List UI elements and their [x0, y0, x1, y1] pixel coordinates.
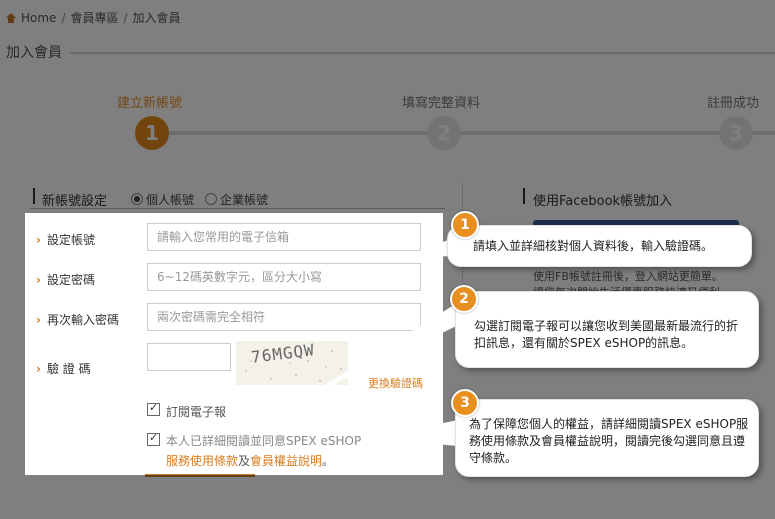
business-account-radio[interactable]: [205, 193, 217, 205]
step-2-indicator: 2: [427, 116, 461, 150]
account-field-label: › 設定帳號: [36, 231, 95, 248]
step-3-label: 註冊成功: [707, 96, 760, 111]
refresh-captcha-link[interactable]: 更換驗證碼: [368, 375, 423, 391]
facebook-note-line-1: 使用FB帳號註冊後，登入網站更簡單。: [533, 270, 723, 283]
breadcrumb-separator: /: [123, 10, 128, 25]
callout-3-text: 為了保障您個人的權益，請詳細閱讀SPEX eSHOP服務使用條款及會員權益說明，…: [469, 417, 749, 465]
section-marker: [523, 188, 525, 204]
step-2-label: 填寫完整資料: [402, 96, 481, 111]
callout-1-text: 請填入並詳細核對個人資料後，輸入驗證碼。: [473, 239, 714, 253]
password-label-text: 設定密碼: [46, 273, 95, 287]
chevron-right-icon: ›: [36, 362, 41, 376]
callout-2-text: 勾選訂閱電子報可以讓您收到美國最新最流行的折扣訊息，還有關於SPEX eSHOP…: [474, 319, 739, 350]
terms-and-text: 及: [238, 454, 251, 468]
agree-terms-checkbox[interactable]: [147, 431, 160, 446]
chevron-right-icon: ›: [36, 233, 41, 247]
step-3-indicator: 3: [719, 116, 753, 150]
account-label-text: 設定帳號: [46, 233, 95, 247]
password-field-label: › 設定密碼: [36, 271, 95, 288]
step-1-indicator: 1: [135, 116, 169, 150]
breadcrumb-separator: /: [61, 10, 66, 25]
step-1-label: 建立新帳號: [117, 96, 183, 111]
chevron-right-icon: ›: [36, 313, 41, 327]
breadcrumb-current: 加入會員: [132, 11, 181, 25]
section-marker: [33, 188, 35, 204]
terms-end-text: 。: [322, 454, 335, 468]
captcha-label-text: 驗 證 碼: [46, 362, 91, 376]
breadcrumb-members[interactable]: 會員專區: [70, 9, 118, 26]
email-account-input[interactable]: [147, 223, 421, 251]
member-rights-link[interactable]: 會員權益說明: [250, 454, 322, 468]
service-terms-link[interactable]: 服務使用條款: [166, 454, 238, 468]
subscribe-newsletter-checkbox[interactable]: [147, 401, 160, 416]
breadcrumb-home[interactable]: Home: [21, 11, 56, 25]
step-progress-track: [152, 131, 775, 135]
facebook-join-title: 使用Facebook帳號加入: [533, 194, 673, 209]
callout-1-badge: 1: [451, 211, 479, 239]
captcha-input[interactable]: [147, 343, 231, 371]
terms-links: 服務使用條款及會員權益說明。: [166, 452, 334, 469]
section-divider: [30, 208, 445, 209]
callout-2-badge: 2: [450, 285, 478, 313]
subscribe-newsletter-label[interactable]: 訂閱電子報: [166, 403, 226, 420]
personal-account-label[interactable]: 個人帳號: [146, 191, 194, 208]
breadcrumb: Home / 會員專區 / 加入會員: [6, 9, 181, 26]
chevron-right-icon: ›: [36, 273, 41, 287]
business-account-label[interactable]: 企業帳號: [220, 191, 268, 208]
password-input[interactable]: [147, 263, 421, 291]
agree-terms-label[interactable]: 本人已詳細閱讀並同意SPEX eSHOP: [166, 432, 361, 449]
home-icon[interactable]: [6, 12, 16, 23]
confirm-password-label-text: 再次輸入密碼: [46, 313, 119, 327]
submit-button-edge[interactable]: [145, 474, 255, 477]
confirm-password-field-label: › 再次輸入密碼: [36, 311, 119, 328]
title-divider: [70, 52, 775, 54]
callout-3-badge: 3: [451, 389, 479, 417]
captcha-field-label: › 驗 證 碼: [36, 360, 91, 377]
account-settings-title: 新帳號設定: [42, 194, 108, 209]
personal-account-radio[interactable]: [131, 193, 143, 205]
page-title: 加入會員: [6, 45, 62, 61]
confirm-password-input[interactable]: [147, 303, 421, 331]
